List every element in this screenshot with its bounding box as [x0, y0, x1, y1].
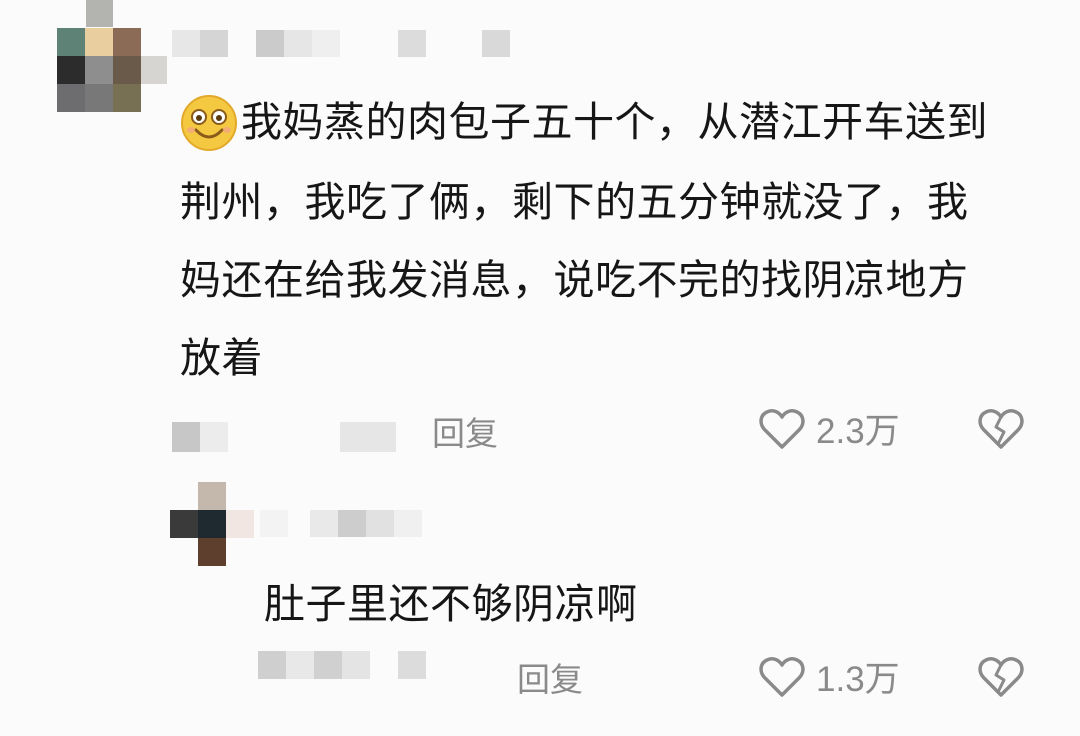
- like-count: 2.3万: [816, 412, 900, 451]
- username[interactable]: [172, 30, 512, 57]
- comment-text: 肚子里还不够阴凉啊: [264, 580, 638, 628]
- comment-meta: [258, 651, 428, 679]
- heart-outline-icon: [759, 409, 805, 449]
- dislike-button[interactable]: [976, 404, 1026, 454]
- like-button[interactable]: 1.3万: [757, 652, 907, 704]
- comment-text: 妈还在给我发消息，说吃不完的找阴凉地方: [180, 256, 969, 304]
- broken-heart-icon: [978, 409, 1024, 449]
- reply-button[interactable]: 回复: [517, 660, 583, 700]
- comment-text: 放着: [180, 334, 263, 382]
- avatar[interactable]: [57, 0, 167, 115]
- like-button[interactable]: 2.3万: [757, 404, 907, 456]
- like-count: 1.3万: [816, 660, 900, 699]
- reply-button[interactable]: 回复: [432, 414, 498, 454]
- broken-heart-icon: [978, 657, 1024, 697]
- comment-text: 我妈蒸的肉包子五十个，从潜江开车送到: [241, 98, 988, 146]
- heart-outline-icon: [759, 657, 805, 697]
- smiley-face-icon: [180, 94, 238, 152]
- avatar[interactable]: [170, 482, 260, 568]
- comment-meta: [172, 422, 402, 452]
- dislike-button[interactable]: [976, 652, 1026, 702]
- comment-text: 荆州，我吃了俩，剩下的五分钟就没了，我: [180, 178, 969, 226]
- username[interactable]: [260, 510, 430, 537]
